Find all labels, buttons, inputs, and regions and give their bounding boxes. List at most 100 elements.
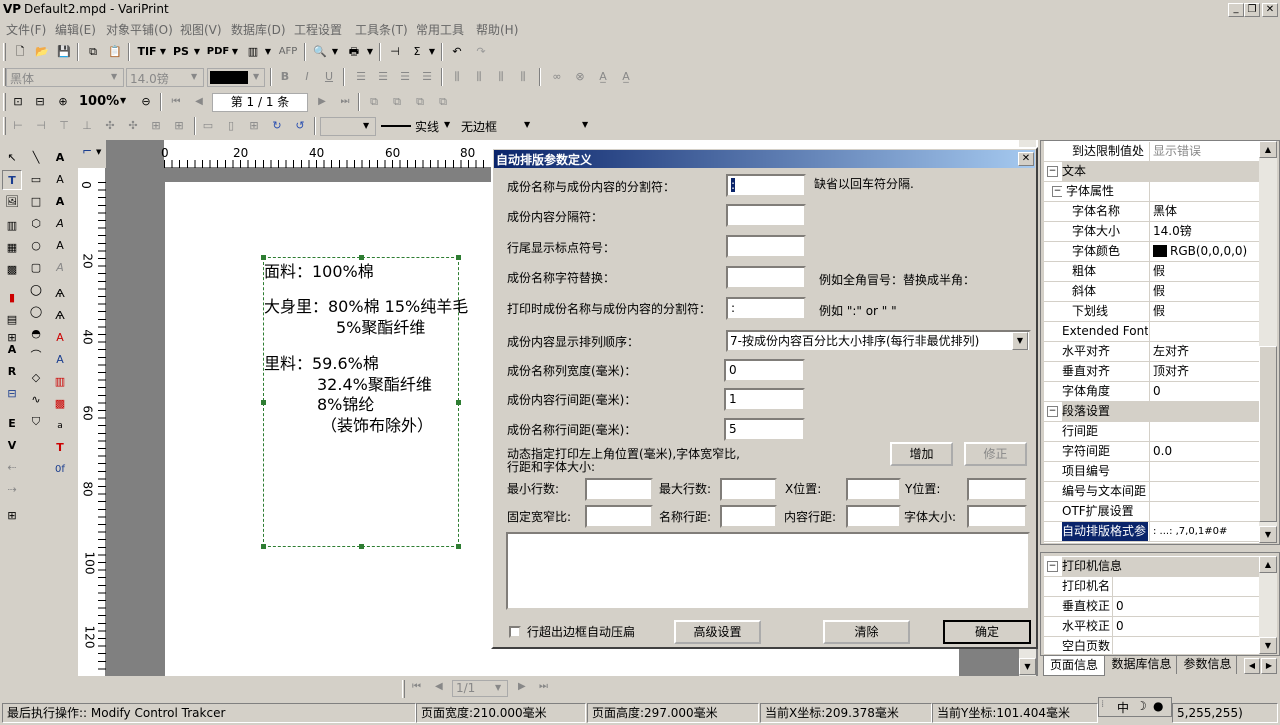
print-preview-icon[interactable]: 🔍 xyxy=(310,43,330,61)
printer-row-value[interactable]: 0 xyxy=(1112,617,1259,636)
min-rows-input[interactable] xyxy=(585,478,653,501)
italic-icon[interactable]: I xyxy=(297,68,317,86)
scroll-thumb[interactable] xyxy=(1259,346,1277,522)
prev-record-icon[interactable]: ◀ xyxy=(189,93,209,111)
property-row[interactable]: Extended Font St xyxy=(1044,322,1259,342)
rotate-clockwise-icon[interactable]: ↻ xyxy=(267,117,287,135)
barcode2-tool-icon[interactable]: ▦ xyxy=(2,238,22,258)
image-tool-icon[interactable]: 🖼 xyxy=(2,192,22,212)
name-spacing-input[interactable]: 5 xyxy=(724,418,805,441)
undo-icon[interactable]: ↶ xyxy=(447,43,467,61)
property-value[interactable]: 0 xyxy=(1149,382,1259,401)
menu-help[interactable]: 帮助(H) xyxy=(476,21,518,38)
print-sep-input[interactable]: : xyxy=(726,297,806,320)
minimize-button[interactable]: _ xyxy=(1228,3,1244,17)
text-tool-icon[interactable]: T xyxy=(2,170,22,190)
v-tool-icon[interactable]: V xyxy=(2,436,22,456)
property-group-row[interactable]: − 文本 xyxy=(1044,162,1259,182)
of-tool-icon[interactable]: 0f xyxy=(50,460,70,480)
center-horizontal-icon[interactable]: ✣ xyxy=(100,117,120,135)
export-pdf-dropdown-icon[interactable]: ▼ xyxy=(230,43,240,61)
shape-tool-icon[interactable]: ⛉ xyxy=(26,412,46,432)
scroll-down-button[interactable]: ▼ xyxy=(1259,637,1277,654)
distribute-vertical-icon[interactable]: ⊞ xyxy=(169,117,189,135)
diamond-tool-icon[interactable]: ◇ xyxy=(26,368,46,388)
dialog-close-button[interactable]: ✕ xyxy=(1018,152,1034,166)
text-shadow-tool-icon[interactable]: A xyxy=(50,236,70,256)
font-name-select[interactable]: 黑体 ▼ xyxy=(6,68,124,87)
line-tool-icon[interactable]: ╲ xyxy=(26,148,46,168)
property-row[interactable]: 粗体假 xyxy=(1044,262,1259,282)
resize-handle[interactable] xyxy=(456,255,461,260)
align-objects-left-icon[interactable]: ⊢ xyxy=(8,117,28,135)
bring-forward-icon[interactable]: ⧉ xyxy=(410,93,430,111)
print-preview-dropdown-icon[interactable]: ▼ xyxy=(330,43,340,61)
send-backward-icon[interactable]: ⧉ xyxy=(433,93,453,111)
arrow-right-tool-icon[interactable]: ⇢ xyxy=(2,480,22,500)
property-row[interactable]: 垂直对齐 顶对齐 xyxy=(1044,362,1259,382)
image-red-tool-icon[interactable]: ▩ xyxy=(50,394,70,414)
y-pos-input[interactable] xyxy=(967,478,1027,501)
printer-group-row[interactable]: − 打印机信息 xyxy=(1044,557,1259,577)
scroll-down-button[interactable]: ▼ xyxy=(1019,658,1036,675)
tab-page-info[interactable]: 页面信息 xyxy=(1043,656,1105,676)
text-pattern-tool-icon[interactable]: Ѧ xyxy=(50,284,70,304)
export-ps-button[interactable]: PS xyxy=(170,43,192,61)
prev-page-icon[interactable]: ◀ xyxy=(435,681,443,692)
ime-moon-icon[interactable]: ☽ xyxy=(1136,699,1147,713)
align-center-icon[interactable]: ☰ xyxy=(373,68,393,86)
grid4-tool-icon[interactable]: ⊞ xyxy=(2,506,22,526)
bold-icon[interactable]: B xyxy=(275,68,295,86)
line-color-select[interactable]: ▼ xyxy=(320,117,376,136)
property-row[interactable]: 字体大小 14.0镑 xyxy=(1044,222,1259,242)
property-value[interactable]: 显示错误 xyxy=(1149,142,1259,161)
property-value[interactable] xyxy=(1149,482,1259,501)
property-row[interactable]: 字体颜色 RGB(0,0,0,0) xyxy=(1044,242,1259,262)
next-page-icon[interactable]: ▶ xyxy=(518,681,526,692)
resize-handle[interactable] xyxy=(261,544,266,549)
modify-button[interactable]: 修正 xyxy=(964,442,1027,466)
same-width-icon[interactable]: ▭ xyxy=(198,117,218,135)
zoom-out-icon[interactable]: ⊖ xyxy=(136,93,156,111)
printer-dropdown-icon[interactable]: ▼ xyxy=(365,43,375,61)
select-arrow-icon[interactable]: ↖ xyxy=(2,148,22,168)
same-height-icon[interactable]: ▯ xyxy=(221,117,241,135)
tab-scroll-left-icon[interactable]: ◀ xyxy=(1244,658,1260,674)
menu-object-tile[interactable]: 对象平铺(O) xyxy=(106,21,173,38)
ellipse-tool-icon[interactable]: ◯ xyxy=(26,302,46,322)
ime-mode[interactable]: 中 xyxy=(1117,699,1129,716)
printer-row[interactable]: 空白页数 xyxy=(1044,637,1259,654)
text-object[interactable]: 面料：100%棉 大身里：80%棉 15%纯羊毛 5%聚酯纤维 里料：59.6%… xyxy=(261,255,468,549)
red-t-tool-icon[interactable]: T xyxy=(50,438,70,458)
save-icon[interactable]: 💾 xyxy=(54,43,74,61)
text-a-tool-icon[interactable]: A xyxy=(50,148,70,168)
ok-button[interactable]: 确定 xyxy=(943,620,1031,644)
sum-dropdown-icon[interactable]: ▼ xyxy=(427,43,437,61)
fit-width-icon[interactable]: ⊟ xyxy=(30,93,50,111)
fixed-ratio-input[interactable] xyxy=(585,505,653,528)
text-slant-tool-icon[interactable]: A xyxy=(50,258,70,278)
property-group-row[interactable]: − 段落设置 xyxy=(1044,402,1259,422)
property-value[interactable] xyxy=(1149,502,1259,521)
export-afp-button[interactable]: AFP xyxy=(276,43,300,61)
fit-page-icon[interactable]: ⊡ xyxy=(8,93,28,111)
tab-scroll-right-icon[interactable]: ▶ xyxy=(1261,658,1277,674)
order-select[interactable]: 7-按成份内容百分比大小排序(每行非最优排列) ▼ xyxy=(726,330,1031,352)
menu-file[interactable]: 文件(F) xyxy=(6,21,46,38)
rect-tool-icon[interactable]: □ xyxy=(26,192,46,212)
circle-small-tool-icon[interactable]: ○ xyxy=(26,236,46,256)
property-value[interactable]: 黑体 xyxy=(1149,202,1259,221)
text-outline-tool-icon[interactable]: A xyxy=(50,170,70,190)
align-right-icon[interactable]: ☰ xyxy=(395,68,415,86)
barcode-export-icon[interactable]: ▥ xyxy=(243,43,263,61)
property-row[interactable]: 水平对齐 左对齐 xyxy=(1044,342,1259,362)
chart-tool-icon[interactable]: ▮ xyxy=(2,288,22,308)
text-format-icon[interactable]: A̲ xyxy=(593,68,613,86)
first-page-icon[interactable]: ⏮ xyxy=(412,681,421,692)
clear-button[interactable]: 清除 xyxy=(823,620,910,644)
export-ps-dropdown-icon[interactable]: ▼ xyxy=(192,43,202,61)
text-pattern2-tool-icon[interactable]: Ѧ xyxy=(50,306,70,326)
printer-row[interactable]: 打印机名 xyxy=(1044,577,1259,597)
scroll-up-button[interactable]: ▲ xyxy=(1259,141,1277,158)
property-value[interactable] xyxy=(1149,322,1259,341)
